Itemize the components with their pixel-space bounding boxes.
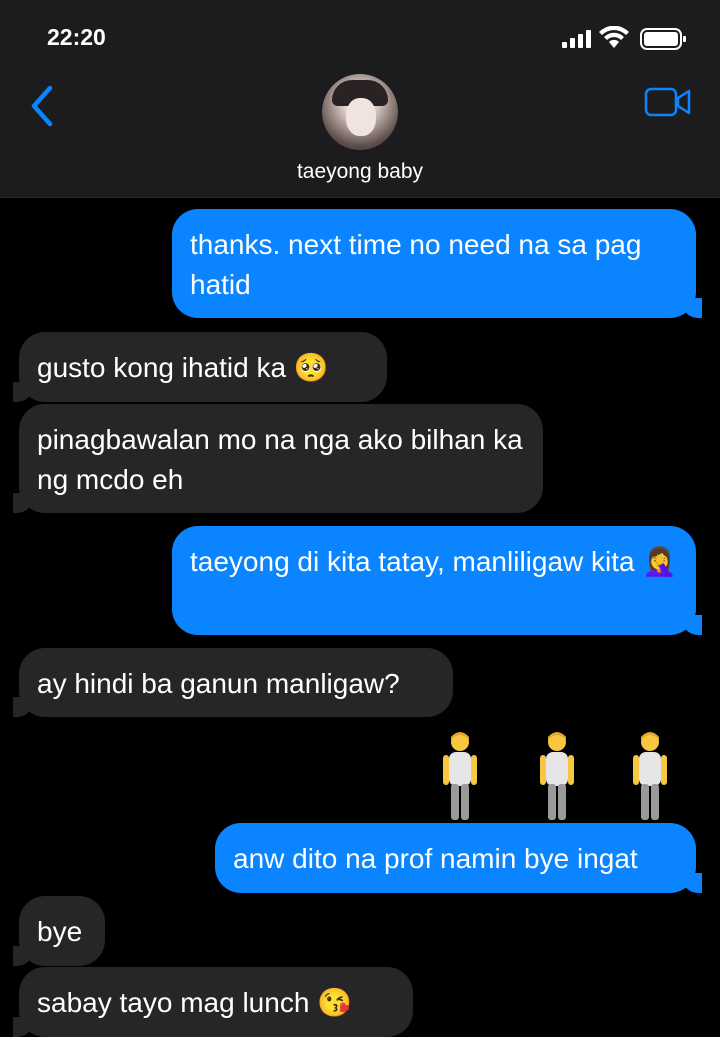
avatar-face-shape: [346, 98, 376, 136]
standing-person-emoji-icon: [540, 732, 574, 820]
back-chevron-icon[interactable]: [28, 84, 58, 128]
message-bubble-outgoing[interactable]: anw dito na prof namin bye ingat: [215, 823, 702, 893]
signal-icon: [562, 30, 591, 48]
wifi-icon: [599, 26, 629, 48]
standing-person-emoji-icon: [633, 732, 667, 820]
battery-icon: [640, 28, 686, 50]
video-camera-icon[interactable]: [644, 86, 692, 118]
contact-avatar[interactable]: [322, 74, 398, 150]
message-bubble-incoming[interactable]: pinagbawalan mo na nga ako bilhan ka ng …: [13, 404, 543, 513]
message-bubble-incoming[interactable]: gusto kong ihatid ka 🥺: [13, 332, 387, 402]
message-bubble-outgoing[interactable]: thanks. next time no need na sa pag hati…: [172, 209, 702, 318]
message-bubble-incoming[interactable]: bye: [13, 896, 105, 966]
emoji-message[interactable]: [440, 730, 680, 824]
standing-person-emoji-icon: [443, 732, 477, 820]
chat-header: 22:20 taeyong baby: [0, 0, 720, 198]
status-time: 22:20: [47, 24, 106, 50]
message-bubble-outgoing[interactable]: taeyong di kita tatay, manliligaw kita 🤦…: [172, 526, 702, 635]
message-bubble-incoming[interactable]: ay hindi ba ganun manligaw?: [13, 648, 453, 717]
contact-name[interactable]: taeyong baby: [0, 160, 720, 184]
message-bubble-incoming[interactable]: sabay tayo mag lunch 😘: [13, 967, 413, 1037]
